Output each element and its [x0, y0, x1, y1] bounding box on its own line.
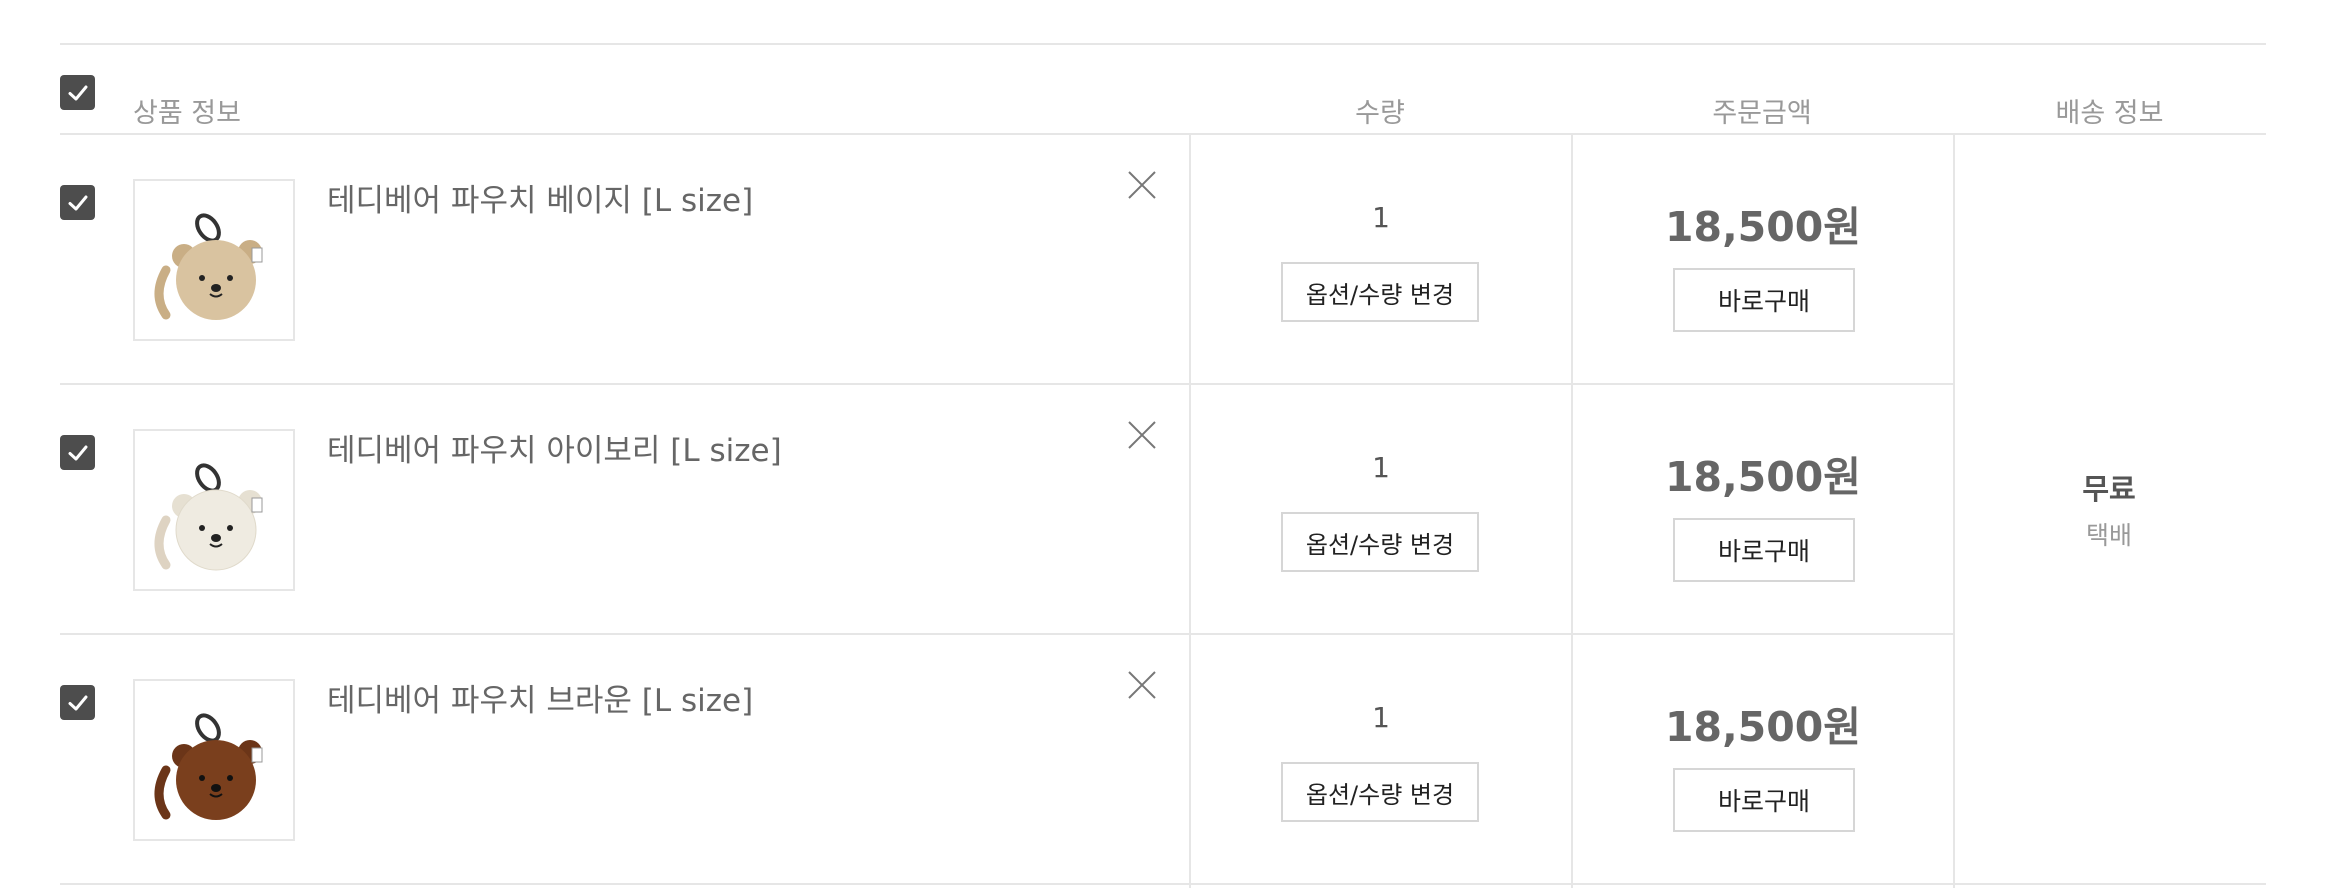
product-name[interactable]: 테디베어 파우치 브라운 [L size] [327, 675, 753, 720]
remove-item-button[interactable] [1126, 669, 1158, 701]
product-thumbnail[interactable] [133, 679, 295, 841]
product-name[interactable]: 테디베어 파우치 베이지 [L size] [327, 175, 753, 220]
remove-item-button[interactable] [1126, 419, 1158, 451]
check-icon [68, 195, 87, 210]
buy-now-button[interactable]: 바로구매 [1673, 768, 1855, 832]
teddy-bear-pouch-icon [154, 463, 263, 571]
check-icon [68, 445, 87, 460]
header-quantity: 수량 [1355, 97, 1405, 129]
check-icon [68, 695, 87, 710]
shipping-fee: 무료 [2082, 472, 2136, 506]
shipping-method: 택배 [2085, 521, 2132, 550]
table-top-border [60, 43, 2266, 45]
header-order-amount: 주문금액 [1712, 97, 1812, 129]
check-icon [68, 85, 87, 100]
row-divider [60, 633, 1953, 635]
header-bottom-border [60, 133, 2266, 135]
row-divider [60, 383, 1953, 385]
item-price: 18,500원 [1665, 453, 1861, 501]
item-price: 18,500원 [1665, 203, 1861, 251]
column-divider [1953, 133, 1955, 888]
buy-now-button[interactable]: 바로구매 [1673, 518, 1855, 582]
header-product-info: 상품 정보 [133, 97, 241, 129]
close-icon [1128, 671, 1156, 699]
change-option-quantity-button[interactable]: 옵션/수량 변경 [1281, 762, 1479, 822]
change-option-quantity-button[interactable]: 옵션/수량 변경 [1281, 262, 1479, 322]
teddy-bear-pouch-icon [154, 713, 263, 820]
column-divider [1189, 133, 1191, 888]
close-icon [1128, 421, 1156, 449]
item-checkbox[interactable] [60, 685, 95, 720]
remove-item-button[interactable] [1126, 169, 1158, 201]
item-checkbox[interactable] [60, 435, 95, 470]
quantity-value: 1 [1372, 451, 1390, 484]
product-thumbnail[interactable] [133, 179, 295, 341]
cart-table: 상품 정보 수량 주문금액 배송 정보 테디베어 파우치 베이지 [L size… [60, 43, 2266, 888]
table-bottom-border [60, 883, 2266, 885]
select-all-checkbox[interactable] [60, 75, 95, 110]
buy-now-button[interactable]: 바로구매 [1673, 268, 1855, 332]
product-thumbnail[interactable] [133, 429, 295, 591]
item-checkbox[interactable] [60, 185, 95, 220]
quantity-value: 1 [1372, 201, 1390, 234]
close-icon [1128, 171, 1156, 199]
header-shipping-info: 배송 정보 [2055, 97, 2164, 129]
quantity-value: 1 [1372, 701, 1390, 734]
product-name[interactable]: 테디베어 파우치 아이보리 [L size] [327, 425, 782, 470]
item-price: 18,500원 [1665, 703, 1861, 751]
teddy-bear-pouch-icon [154, 213, 263, 320]
change-option-quantity-button[interactable]: 옵션/수량 변경 [1281, 512, 1479, 572]
